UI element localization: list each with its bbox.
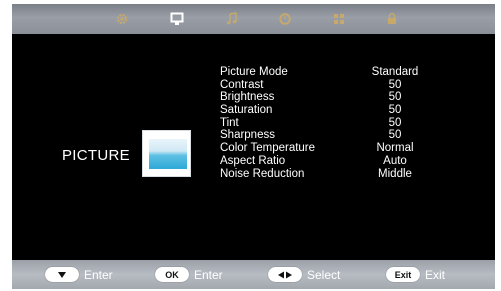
menu-item-label: Noise Reduction xyxy=(220,167,305,180)
menu-item-label: Brightness xyxy=(220,91,275,104)
tab-lock[interactable] xyxy=(377,9,407,29)
menu-item-value: 50 xyxy=(388,78,402,91)
tab-picture[interactable] xyxy=(162,9,192,29)
exit-key-icon: Exit xyxy=(386,267,420,282)
down-arrow-key-icon xyxy=(45,267,79,282)
menu-item-value: 50 xyxy=(388,116,402,129)
music-note-icon xyxy=(226,12,237,25)
monitor-icon xyxy=(170,12,184,25)
menu-item-label: Tint xyxy=(220,116,239,129)
menu-item-label: Aspect Ratio xyxy=(220,154,286,167)
menu-item-value: Middle xyxy=(378,167,412,180)
hint-ok-enter[interactable]: OK Enter xyxy=(155,266,223,283)
hint-label: Enter xyxy=(194,267,223,282)
menu-item-label: Picture Mode xyxy=(220,66,288,78)
section-title: PICTURE xyxy=(62,147,130,164)
menu-item-tint[interactable]: Tint 50 xyxy=(220,117,450,130)
tab-time[interactable] xyxy=(270,9,300,29)
menu-item-contrast[interactable]: Contrast 50 xyxy=(220,79,450,92)
menu-item-value: 50 xyxy=(388,104,402,117)
menu-item-label: Saturation xyxy=(220,104,273,117)
picture-thumbnail-icon xyxy=(142,130,191,177)
tab-settings[interactable] xyxy=(107,9,137,29)
menu-item-label: Sharpness xyxy=(220,129,275,142)
ok-key-icon: OK xyxy=(155,267,189,282)
hint-select[interactable]: Select xyxy=(268,266,340,283)
menu-item-noise-reduction[interactable]: Noise Reduction Middle xyxy=(220,168,450,181)
menu-tab-bar xyxy=(12,4,495,34)
menu-item-color-temperature[interactable]: Color Temperature Normal xyxy=(220,142,450,155)
gear-icon xyxy=(116,13,128,25)
menu-item-sharpness[interactable]: Sharpness 50 xyxy=(220,129,450,142)
clock-icon xyxy=(279,13,291,25)
menu-item-saturation[interactable]: Saturation 50 xyxy=(220,104,450,117)
menu-item-aspect-ratio[interactable]: Aspect Ratio Auto xyxy=(220,155,450,168)
tab-options[interactable] xyxy=(324,9,354,29)
lock-icon xyxy=(388,13,396,24)
menu-item-brightness[interactable]: Brightness 50 xyxy=(220,91,450,104)
menu-item-value: Auto xyxy=(383,154,407,167)
menu-item-picture-mode[interactable]: Picture Mode Standard xyxy=(220,66,450,79)
menu-item-value: 50 xyxy=(388,91,402,104)
menu-item-value: Standard xyxy=(371,66,419,78)
key-hint-bar: Enter OK Enter Select Exit Exit xyxy=(12,260,495,289)
hint-label: Select xyxy=(307,267,341,282)
hint-label: Enter xyxy=(84,267,113,282)
thumbnail-image xyxy=(149,139,187,169)
menu-item-label: Contrast xyxy=(220,78,264,91)
settings-list: Picture Mode Standard Contrast 50 Bright… xyxy=(220,66,450,180)
left-right-arrow-key-icon xyxy=(268,267,302,282)
menu-item-value: Normal xyxy=(376,142,414,155)
menu-item-label: Color Temperature xyxy=(220,142,316,155)
hint-down-enter[interactable]: Enter xyxy=(45,266,113,283)
menu-item-value: 50 xyxy=(388,129,402,142)
picture-menu-panel: PICTURE Picture Mode Standard Contrast 5… xyxy=(12,34,495,260)
grid-icon xyxy=(334,14,344,24)
hint-label: Exit xyxy=(425,267,446,282)
hint-exit[interactable]: Exit Exit xyxy=(386,266,445,283)
tab-sound[interactable] xyxy=(217,9,247,29)
tv-osd-window: PICTURE Picture Mode Standard Contrast 5… xyxy=(12,4,495,289)
